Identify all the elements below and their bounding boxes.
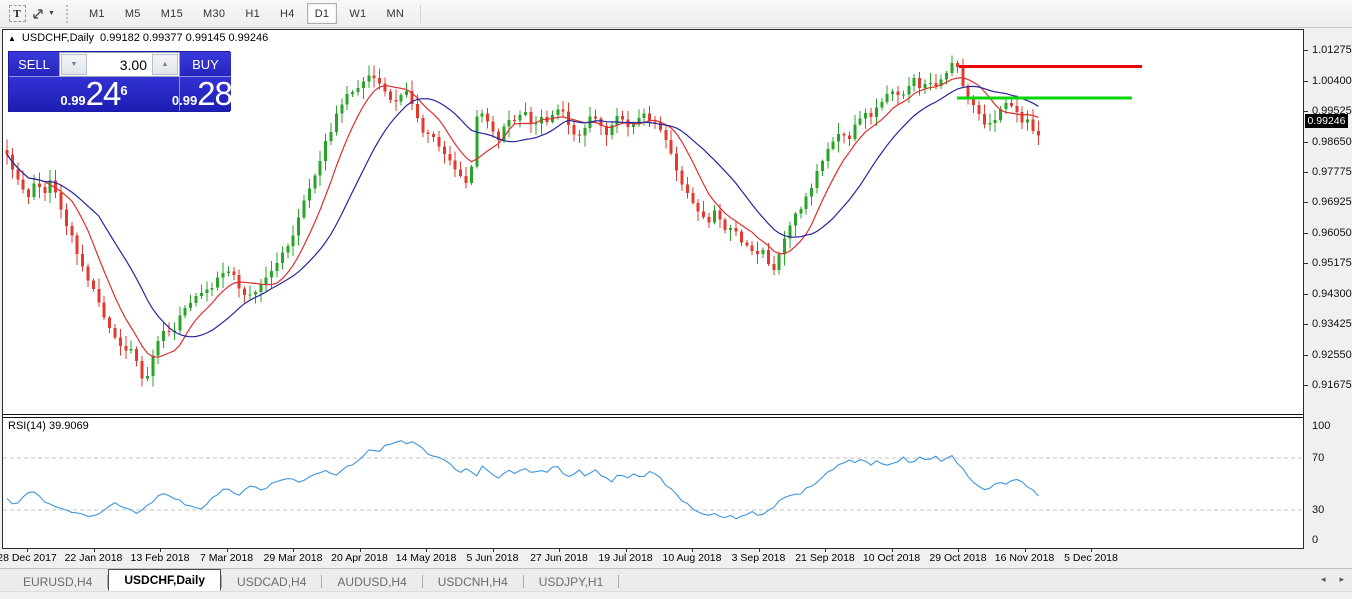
timeframe-button-m15[interactable]: M15 (153, 3, 191, 24)
chart-tab-usdcnh[interactable]: USDCNH,H4 (423, 572, 523, 591)
price-tick (1304, 385, 1308, 386)
price-axis-label: 0.98650 (1312, 136, 1352, 148)
rsi-axis-label: 0 (1312, 534, 1318, 546)
price-axis-label: 1.01275 (1312, 44, 1352, 56)
volume-decrease-button[interactable]: ▼ (61, 54, 87, 75)
price-axis-label: 0.92550 (1312, 349, 1352, 361)
price-tick (1304, 81, 1308, 82)
price-axis-label: 0.95175 (1312, 257, 1352, 269)
sell-price-big: 24 (86, 79, 121, 109)
timeframe-button-mn[interactable]: MN (378, 3, 412, 24)
date-axis[interactable]: 28 Dec 2017 22 Jan 2018 13 Feb 2018 7 Mar 2… (2, 549, 1304, 567)
price-tick (1304, 111, 1308, 112)
price-tick (1304, 355, 1308, 356)
tab-scroll-right-icon[interactable]: ▸ (1339, 574, 1344, 585)
chart-title: ▲ USDCHF,Daily 0.99182 0.99377 0.99145 0… (8, 32, 268, 44)
sell-price-prefix: 0.99 (60, 93, 85, 108)
date-axis-label: 27 Jun 2018 (530, 552, 588, 564)
current-price-tag: 0.99246 (1305, 114, 1348, 128)
timeframe-button-d1[interactable]: D1 (307, 3, 338, 24)
chart-tab-usdjpy[interactable]: USDJPY,H1 (524, 572, 618, 591)
text-tool-button[interactable]: T (6, 3, 28, 25)
top-toolbar: T ▼ M1M5M15M30H1H4D1W1MN (0, 0, 1352, 28)
date-axis-label: 5 Dec 2018 (1064, 552, 1118, 564)
date-axis-label: 13 Feb 2018 (131, 552, 190, 564)
toolbar-separator (66, 5, 73, 23)
chevron-down-icon: ▼ (48, 10, 55, 17)
sell-price-button[interactable]: 0.99 24 6 (9, 77, 180, 111)
timeframe-button-m30[interactable]: M30 (195, 3, 233, 24)
rsi-indicator-label: RSI(14) 39.9069 (8, 420, 89, 432)
price-tick (1304, 202, 1308, 203)
date-axis-label: 7 Mar 2018 (200, 552, 253, 564)
date-axis-label: 3 Sep 2018 (732, 552, 786, 564)
tab-separator (618, 575, 619, 588)
date-axis-label: 21 Sep 2018 (795, 552, 855, 564)
rsi-pane[interactable]: RSI(14) 39.9069 (3, 418, 1303, 548)
date-axis-label: 16 Nov 2018 (995, 552, 1055, 564)
tab-scroll-left-icon[interactable]: ◂ (1321, 574, 1326, 585)
buy-price-prefix: 0.99 (172, 93, 197, 108)
date-axis-label: 22 Jan 2018 (65, 552, 123, 564)
price-axis-label: 1.00400 (1312, 75, 1352, 87)
volume-stepper: ▼ 3.00 ▲ (59, 52, 180, 77)
sell-price-sup: 6 (120, 83, 127, 98)
date-axis-label: 29 Mar 2018 (264, 552, 323, 564)
volume-input[interactable]: 3.00 (88, 53, 151, 76)
date-axis-label: 10 Oct 2018 (863, 552, 920, 564)
plot-column: ▲ USDCHF,Daily 0.99182 0.99377 0.99145 0… (2, 29, 1304, 549)
rsi-chart[interactable] (3, 418, 1303, 548)
price-tick (1304, 142, 1308, 143)
date-axis-label: 5 Jun 2018 (467, 552, 519, 564)
symbol-period-label: USDCHF,Daily (22, 32, 94, 44)
timeframe-group: M1M5M15M30H1H4D1W1MN (81, 3, 412, 24)
price-axis-label: 0.96050 (1312, 227, 1352, 239)
price-tick (1304, 324, 1308, 325)
timeframe-button-h1[interactable]: H1 (237, 3, 268, 24)
rsi-axis-label: 70 (1312, 452, 1324, 464)
price-axis-label: 0.97775 (1312, 166, 1352, 178)
timeframe-button-w1[interactable]: W1 (341, 3, 374, 24)
price-tick (1304, 233, 1308, 234)
price-axis-label: 0.94300 (1312, 288, 1352, 300)
rsi-axis-label: 30 (1312, 504, 1324, 516)
sell-button[interactable]: SELL (9, 52, 59, 77)
price-tick (1304, 50, 1308, 51)
crosshair-tool-icon (31, 6, 46, 21)
chart-tab-usdchf[interactable]: USDCHF,Daily (108, 569, 221, 591)
ohlc-values: 0.99182 0.99377 0.99145 0.99246 (100, 32, 268, 44)
buy-button[interactable]: BUY (180, 52, 231, 77)
price-axis-label: 0.91675 (1312, 379, 1352, 391)
price-axis[interactable]: 1.012751.004000.995250.986500.977750.969… (1304, 29, 1348, 549)
chart-tab-usdcad[interactable]: USDCAD,H4 (222, 572, 321, 591)
text-tool-icon: T (9, 5, 26, 22)
one-click-trading-panel: SELL ▼ 3.00 ▲ BUY 0.99 24 6 0.99 (8, 51, 230, 112)
rsi-axis-label: 100 (1312, 420, 1330, 432)
date-axis-label: 29 Oct 2018 (929, 552, 986, 564)
date-axis-label: 10 Aug 2018 (663, 552, 722, 564)
date-axis-label: 28 Dec 2017 (0, 552, 57, 564)
buy-price-button[interactable]: 0.99 28 0 (180, 77, 231, 111)
chart-tab-bar: EURUSD,H4USDCHF,DailyUSDCAD,H4AUDUSD,H4U… (0, 568, 1352, 591)
chart-tab-audusd[interactable]: AUDUSD,H4 (322, 572, 421, 591)
timeframe-button-h4[interactable]: H4 (272, 3, 303, 24)
price-tick (1304, 294, 1308, 295)
timeframe-button-m1[interactable]: M1 (81, 3, 113, 24)
chart-tab-eurusd[interactable]: EURUSD,H4 (8, 572, 107, 591)
crosshair-tool-button[interactable]: ▼ (30, 3, 56, 25)
date-axis-label: 14 May 2018 (396, 552, 457, 564)
price-axis-label: 0.96925 (1312, 196, 1352, 208)
collapse-panel-icon[interactable]: ▲ (8, 34, 16, 43)
buy-price-sup: 0 (232, 83, 239, 98)
buy-price-big: 28 (197, 79, 232, 109)
chart-window: ▲ USDCHF,Daily 0.99182 0.99377 0.99145 0… (2, 29, 1348, 567)
price-axis-label: 0.93425 (1312, 318, 1352, 330)
price-tick (1304, 263, 1308, 264)
price-tick (1304, 172, 1308, 173)
date-axis-label: 20 Apr 2018 (331, 552, 388, 564)
timeframe-button-m5[interactable]: M5 (117, 3, 149, 24)
volume-increase-button[interactable]: ▲ (152, 54, 178, 75)
toolbar-separator (420, 5, 421, 23)
date-axis-label: 19 Jul 2018 (598, 552, 652, 564)
